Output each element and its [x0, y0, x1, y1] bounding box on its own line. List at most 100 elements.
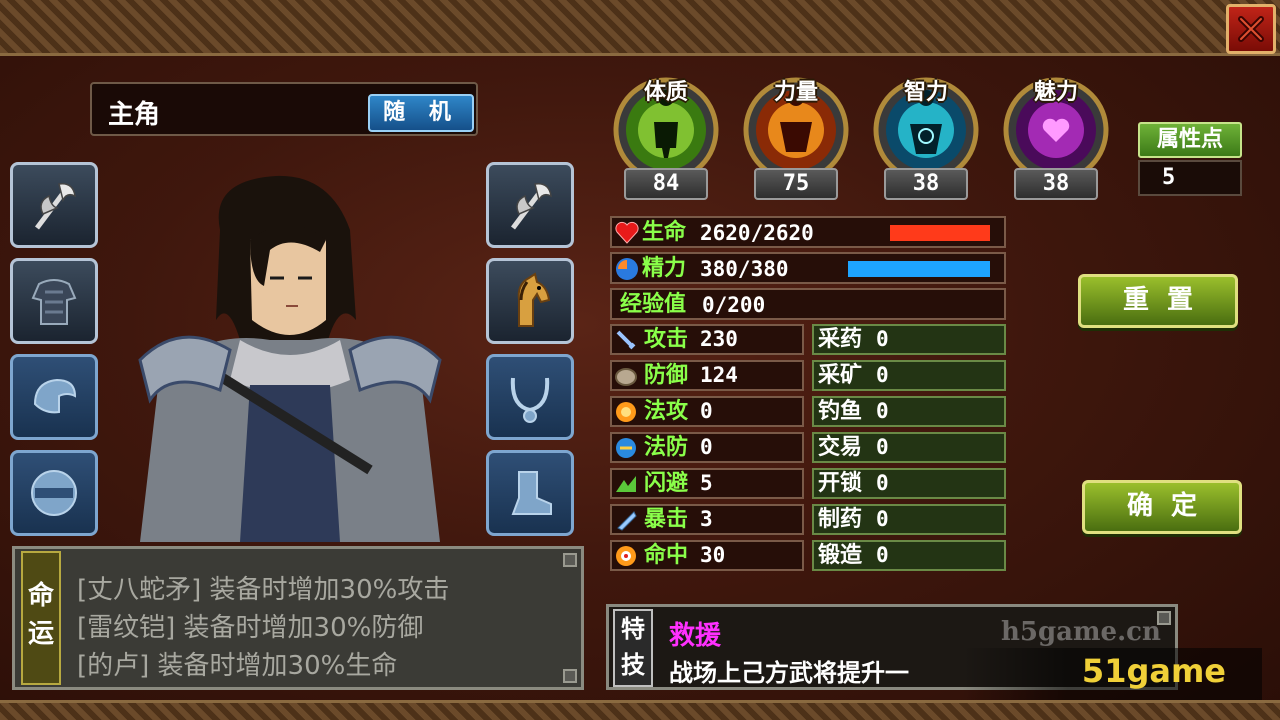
mask-outline-icon: [31, 470, 77, 516]
stat-magic-attack-label: 法攻: [644, 399, 689, 424]
mp-bar: [848, 261, 990, 277]
fate-line-2: [雷纹铠] 装备时增加30%防御: [77, 613, 424, 643]
stat-magic-attack: 法攻 0: [610, 396, 804, 427]
close-icon: [1238, 16, 1264, 42]
mp-value: 380/380: [700, 257, 789, 281]
stat-intelligence[interactable]: 智力 38: [870, 72, 982, 202]
fate-panel: 命 运 [丈八蛇矛] 装备时增加30%攻击 [雷纹铠] 装备时增加30%防御 […: [12, 546, 584, 690]
attribute-points: 属性点 5: [1138, 122, 1242, 198]
character-name-bar: 主角 随 机: [90, 82, 478, 136]
energy-orb-icon: [616, 258, 638, 280]
corner-ornament: [1157, 611, 1171, 625]
skill-fishing-value: 0: [876, 399, 889, 423]
skill-forging-label: 锻造: [818, 543, 863, 568]
skill-lockpicking-value: 0: [876, 471, 889, 495]
skill-forging: 锻造 0: [812, 540, 1006, 571]
stat-magic-defense-label: 法防: [644, 435, 689, 460]
stat-critical-label: 暴击: [644, 507, 689, 532]
watermark-text: 51game: [1081, 652, 1226, 690]
skill-herbalism-label: 采药: [818, 327, 863, 352]
stat-attack: 攻击 230: [610, 324, 804, 355]
stat-constitution[interactable]: 体质 84: [610, 72, 722, 202]
fate-label-char-1: 命: [27, 581, 54, 611]
stat-defense-value: 124: [700, 363, 738, 387]
magic-shield-icon: [616, 438, 636, 458]
stat-label: 力量: [773, 80, 818, 105]
stat-value: 38: [884, 168, 968, 200]
heart-icon: [615, 221, 639, 244]
halberd-icon: [511, 183, 552, 230]
fate-label-char-2: 运: [27, 619, 54, 649]
skill-mining-value: 0: [876, 363, 889, 387]
reset-button[interactable]: 重置: [1078, 274, 1238, 328]
dodge-icon: [616, 476, 636, 492]
stat-strength[interactable]: 力量 75: [740, 72, 852, 202]
stat-magic-attack-value: 0: [700, 399, 713, 423]
special-skill-label: 特 技: [613, 609, 653, 687]
stat-label: 智力: [903, 80, 948, 105]
target-icon: [616, 546, 636, 566]
skill-trading-value: 0: [876, 435, 889, 459]
sword-icon: [616, 330, 636, 350]
special-skill-description: 战场上己方武将提升一: [669, 659, 909, 687]
horse-icon: [517, 272, 551, 327]
hp-bar: [890, 225, 990, 241]
weapon-slot[interactable]: [10, 162, 98, 248]
corner-ornament: [563, 669, 577, 683]
stat-dodge-value: 5: [700, 471, 713, 495]
stat-critical-value: 3: [700, 507, 713, 531]
mount-slot[interactable]: [486, 258, 574, 344]
fate-line-3: [的卢] 装备时增加30%生命: [77, 651, 398, 681]
necklace-slot[interactable]: [486, 354, 574, 440]
shield-icon: [615, 368, 637, 386]
random-button[interactable]: 随 机: [368, 94, 474, 132]
close-button[interactable]: [1226, 4, 1276, 54]
stat-defense: 防御 124: [610, 360, 804, 391]
stat-label: 体质: [643, 80, 688, 105]
boot-outline-icon: [511, 471, 552, 515]
stat-label: 魅力: [1033, 80, 1078, 105]
hp-row: 生命 2620/2620: [610, 216, 1006, 248]
hp-value: 2620/2620: [700, 221, 814, 245]
exp-label: 经验值: [620, 292, 687, 317]
mask-slot[interactable]: [10, 450, 98, 536]
skill-herbalism-value: 0: [876, 327, 889, 351]
exp-value: 0/200: [702, 293, 766, 317]
halberd-icon: [35, 183, 76, 230]
boots-slot[interactable]: [486, 450, 574, 536]
secondary-weapon-slot[interactable]: [486, 162, 574, 248]
stat-value: 75: [754, 168, 838, 200]
corner-ornament: [563, 553, 577, 567]
exp-row: 经验值 0/200: [610, 288, 1006, 320]
top-border: [0, 0, 1280, 56]
stat-value: 38: [1014, 168, 1098, 200]
skill-trading: 交易 0: [812, 432, 1006, 463]
bottom-border: [0, 700, 1280, 720]
helmet-outline-icon: [33, 378, 77, 414]
skill-alchemy-value: 0: [876, 507, 889, 531]
character-portrait: [138, 175, 442, 542]
mp-bar-fill: [848, 261, 990, 277]
skill-fishing: 钓鱼 0: [812, 396, 1006, 427]
stat-accuracy-label: 命中: [644, 543, 689, 568]
skill-mining-label: 采矿: [818, 363, 863, 388]
stat-dodge-label: 闪避: [644, 471, 689, 496]
attribute-points-value: 5: [1138, 160, 1242, 196]
fire-orb-icon: [616, 402, 636, 422]
mp-label: 精力: [642, 256, 687, 281]
stat-dodge: 闪避 5: [610, 468, 804, 499]
stat-attack-value: 230: [700, 327, 738, 351]
helmet-slot[interactable]: [10, 354, 98, 440]
critical-icon: [617, 511, 637, 531]
skill-alchemy-label: 制药: [818, 507, 863, 532]
confirm-button[interactable]: 确定: [1082, 480, 1242, 534]
armor-icon: [31, 279, 77, 325]
character-name: 主角: [108, 100, 161, 130]
watermark: 51game: [962, 648, 1262, 700]
skill-lockpicking: 开锁 0: [812, 468, 1006, 499]
stat-magic-defense-value: 0: [700, 435, 713, 459]
fate-label: 命 运: [21, 551, 61, 685]
stat-charm[interactable]: 魅力 38: [1000, 72, 1112, 202]
stat-defense-label: 防御: [644, 363, 689, 388]
armor-slot[interactable]: [10, 258, 98, 344]
